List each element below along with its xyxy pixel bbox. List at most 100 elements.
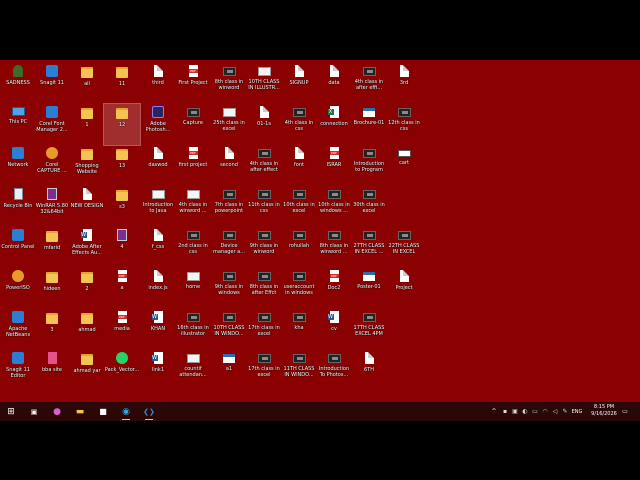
desktop-icon-12th-class-in-css[interactable]: 12th class in css xyxy=(386,104,422,145)
desktop-icon-4th-class-in-after-effi[interactable]: 4th class in after effi... xyxy=(351,63,387,104)
desktop-icon-8th-class-in-winword[interactable]: 8th class in winword ... xyxy=(316,227,352,268)
desktop-icon-network[interactable]: Network xyxy=(0,145,36,186)
desktop-icon-17th-class-excel-4pm[interactable]: 17TH CLASS EXCEL 4PM xyxy=(351,309,387,350)
desktop-icon-snagit-11[interactable]: Snagit 11 xyxy=(34,63,70,104)
desktop-icon-daswod[interactable]: daswod xyxy=(140,145,176,186)
desktop-icon-index-js[interactable]: index.js xyxy=(140,268,176,309)
desktop-icon-9th-class-in-winword[interactable]: 9th class in winword xyxy=(246,227,282,268)
desktop-icon-10th-class-in-excel[interactable]: 10th class in excel xyxy=(281,186,317,227)
desktop-icon-sadness[interactable]: SADNESS xyxy=(0,63,36,104)
desktop-icon-winrar-5-80-32-64bit[interactable]: WinRAR 5.80 32&64bit xyxy=(34,186,70,227)
desktop-icon-all[interactable]: all xyxy=(69,63,105,104)
desktop-icon-10th-class-in-windo[interactable]: 10TH CLASS IN WINDO... xyxy=(211,309,247,350)
tray-volume-button[interactable]: ◁ xyxy=(550,402,560,421)
desktop-icon-khan[interactable]: KHAN xyxy=(140,309,176,350)
desktop-icon-30th-class-in-excel[interactable]: 30th class in excel xyxy=(351,186,387,227)
desktop-icon-s3[interactable]: s3 xyxy=(104,186,140,227)
desktop-icon-useraccount-in-windows[interactable]: useraccount in windows xyxy=(281,268,317,309)
desktop-icon-bba-site[interactable]: bba site xyxy=(34,350,70,391)
desktop-icon-first-project[interactable]: first project xyxy=(175,145,211,186)
desktop-icon-apache-netbeans[interactable]: Apache NetBeans xyxy=(0,309,36,350)
copilot-button[interactable]: ● xyxy=(47,402,67,421)
desktop-icon-a[interactable]: a xyxy=(104,268,140,309)
desktop-icon-01-1s[interactable]: 01-1s xyxy=(246,104,282,145)
desktop-icon-poweriso[interactable]: PowerISO xyxy=(0,268,36,309)
desktop-icon-ahmad-yar[interactable]: ahmad yar xyxy=(69,350,105,391)
desktop-icon-4th-class-in-after-effect[interactable]: 4th class in after effect xyxy=(246,145,282,186)
notifications-button[interactable]: ▭ xyxy=(620,402,630,421)
desktop-icon-cv[interactable]: cv xyxy=(316,309,352,350)
desktop-icon-israr[interactable]: ISRAR xyxy=(316,145,352,186)
task-view-button[interactable]: ▣ xyxy=(24,402,44,421)
tray-wifi-button[interactable]: ◠ xyxy=(540,402,550,421)
desktop-icon-font[interactable]: font xyxy=(281,145,317,186)
desktop-icon-11[interactable]: 11 xyxy=(104,63,140,104)
desktop-icon-countif-attendan[interactable]: countif attendan... xyxy=(175,350,211,391)
desktop-icon-second[interactable]: second xyxy=(211,145,247,186)
desktop-icon-new-design[interactable]: NEW DESIGN xyxy=(69,186,105,227)
desktop-icon-adobe-after-effects-au[interactable]: Adobe After Effects Au... xyxy=(69,227,105,268)
desktop-icon-device-manager-a[interactable]: Device manager a... xyxy=(211,227,247,268)
desktop-icon-8th-class-in-winword[interactable]: 8th class in winword xyxy=(211,63,247,104)
desktop-icon-kha[interactable]: kha xyxy=(281,309,317,350)
tray-sync-icon[interactable]: ◐ xyxy=(520,402,530,421)
desktop-icon-doc2[interactable]: Doc2 xyxy=(316,268,352,309)
desktop-icon-corel-font-manager-2[interactable]: Corel Font Manager 2... xyxy=(34,104,70,145)
desktop-icon-17th-class-in-excel[interactable]: 17th class in excel xyxy=(246,350,282,391)
desktop-icon-10th-class-in-illustr[interactable]: 10TH CLASS IN ILLUSTR... xyxy=(246,63,282,104)
desktop-icon-1[interactable]: 1 xyxy=(69,104,105,145)
desktop-icon-11th-class-in-css[interactable]: 11th class in css xyxy=(246,186,282,227)
desktop-icon-data[interactable]: data xyxy=(316,63,352,104)
desktop-icon-poster-01[interactable]: Poster-01 xyxy=(351,268,387,309)
desktop-icon-signup[interactable]: SIGNUP xyxy=(281,63,317,104)
desktop-icon-adobe-photosh[interactable]: Adobe Photosh... xyxy=(140,104,176,145)
tray-app-icon[interactable]: ▪ xyxy=(500,402,510,421)
desktop-icon-cart[interactable]: cart xyxy=(386,145,422,186)
desktop-icon-capture[interactable]: Capture xyxy=(175,104,211,145)
desktop-icon-2nd-class-in-css[interactable]: 2nd class in css xyxy=(175,227,211,268)
store-button[interactable]: ■ xyxy=(93,402,113,421)
desktop-icon-project[interactable]: Project xyxy=(386,268,422,309)
edge-button[interactable]: ◉ xyxy=(116,402,136,421)
desktop-icon-12[interactable]: 12 xyxy=(103,103,141,146)
desktop-icon-pack-vector[interactable]: Pack_Vector... xyxy=(104,350,140,391)
clock[interactable]: 8:15 PM 9/16/2026 xyxy=(588,404,620,418)
desktop-icon-rohullah[interactable]: rohullah xyxy=(281,227,317,268)
desktop-icon-link1[interactable]: link1 xyxy=(140,350,176,391)
desktop-icon-media[interactable]: media xyxy=(104,309,140,350)
desktop-icon-6th[interactable]: 6TH xyxy=(351,350,387,391)
desktop-icon-16th-class-in-illustrator[interactable]: 16th class in illustrator xyxy=(175,309,211,350)
desktop-icon-3[interactable]: 3 xyxy=(34,309,70,350)
desktop-icon-shopping-website[interactable]: Shopping Website xyxy=(69,145,105,186)
tray-pen-button[interactable]: ✎ xyxy=(560,402,570,421)
language-button[interactable]: ENG xyxy=(570,402,584,421)
desktop-icon-ahmad[interactable]: ahmad xyxy=(69,309,105,350)
desktop-icon-introduction-to-program[interactable]: Introduction to Program xyxy=(351,145,387,186)
tray-image-icon[interactable]: ▣ xyxy=(510,402,520,421)
desktop-icon-connection[interactable]: connection xyxy=(316,104,352,145)
file-explorer-button[interactable]: ▬ xyxy=(70,402,90,421)
desktop-icon-mfarid[interactable]: mfarid xyxy=(34,227,70,268)
desktop-icon-25th-class-in-excel[interactable]: 25th class in excel xyxy=(211,104,247,145)
desktop-icon-9th-class-in-windows[interactable]: 9th class in windows xyxy=(211,268,247,309)
desktop-icon-introduction-to-java[interactable]: Introduction to Java xyxy=(140,186,176,227)
start-button[interactable]: ⊞ xyxy=(1,402,21,421)
desktop-icon-third[interactable]: third xyxy=(140,63,176,104)
desktop-icon-f-css[interactable]: f_css xyxy=(140,227,176,268)
desktop-icon-13[interactable]: 13 xyxy=(104,145,140,186)
desktop-icon-introduction-to-photos[interactable]: Introduction To Photos... xyxy=(316,350,352,391)
desktop-icon-4[interactable]: 4 xyxy=(104,227,140,268)
desktop-icon-4th-class-in-winword[interactable]: 4th class in winword ... xyxy=(175,186,211,227)
desktop-icon-corel-capture[interactable]: Corel CAPTURE ... xyxy=(34,145,70,186)
desktop-icon-27th-class-in-excel[interactable]: 27TH CLASS IN EXCEL ... xyxy=(351,227,387,268)
vscode-button[interactable]: ❮❯ xyxy=(139,402,159,421)
desktop-icon-10th-class-in-windows[interactable]: 10th class in windows ... xyxy=(316,186,352,227)
desktop-icon-a1[interactable]: a1 xyxy=(211,350,247,391)
desktop-icon-22th-class-in-excel[interactable]: 22TH CLASS IN EXCEL xyxy=(386,227,422,268)
desktop-icon-11th-class-in-windo[interactable]: 11TH CLASS IN WINDO... xyxy=(281,350,317,391)
desktop-icon-brochure-01[interactable]: Brochure-01 xyxy=(351,104,387,145)
desktop-icon-first-project[interactable]: First Project xyxy=(175,63,211,104)
tray-battery-button[interactable]: ▭ xyxy=(530,402,540,421)
desktop-icon-hideen[interactable]: hideen xyxy=(34,268,70,309)
desktop[interactable]: SADNESS Snagit 11 all 11 third First Project 8… xyxy=(0,60,640,402)
